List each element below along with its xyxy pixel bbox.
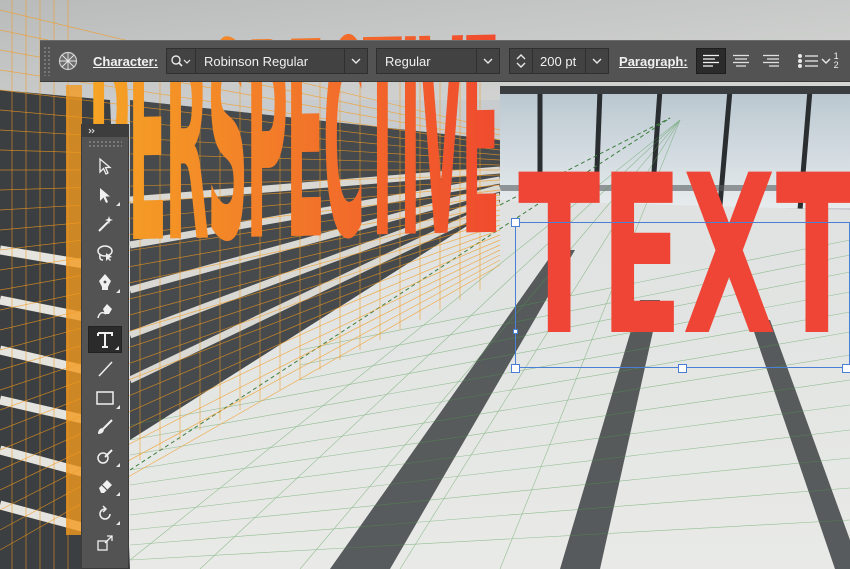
bullet-list-icon [797,54,818,68]
rectangle-icon [96,390,114,405]
paragraph-label[interactable]: Paragraph: [619,54,688,69]
tools-panel-header[interactable] [82,125,128,137]
line-segment-tool[interactable] [88,355,122,382]
search-icon[interactable] [167,49,197,73]
lasso-tool[interactable] [88,239,122,266]
chevron-up-icon[interactable] [516,54,526,60]
scale-tool[interactable] [88,529,122,556]
rotate-icon [99,504,111,520]
numbered-list-icon: 1 2 [833,51,839,70]
font-style-dropdown[interactable]: Regular [376,48,501,74]
collapse-panel-icon[interactable] [88,128,96,134]
font-size-stepper[interactable] [510,49,534,73]
bullet-list-button[interactable] [794,48,834,74]
control-bar-grip[interactable] [43,46,51,76]
bbox-handle-top-left[interactable] [511,218,520,227]
eraser-tool[interactable] [88,471,122,498]
line-icon [98,360,113,377]
chevron-down-icon[interactable] [476,49,499,73]
magic-wand-icon [98,215,113,232]
align-left-icon [702,54,719,67]
bbox-handle-bottom-middle[interactable] [678,364,687,373]
numbered-list-button[interactable]: 1 2 [834,48,850,74]
font-size-value: 200 pt [540,53,577,69]
type-tool[interactable] [88,326,122,353]
magic-wand-tool[interactable] [88,210,122,237]
bbox-handle-bottom-left[interactable] [511,364,520,373]
paintbrush-icon [98,418,113,434]
rectangle-tool[interactable] [88,384,122,411]
selection-tool[interactable] [88,152,122,179]
rotate-tool[interactable] [88,500,122,527]
font-size-field[interactable]: 200 pt [509,48,610,74]
recolor-globe-icon[interactable] [57,50,79,72]
shaper-tool[interactable] [88,442,122,469]
bbox-handle-middle-left[interactable] [513,329,518,334]
selection-bounding-box[interactable] [515,222,850,368]
pen-icon [99,273,111,290]
type-icon [97,331,113,348]
lasso-icon [97,244,113,261]
character-label[interactable]: Character: [93,54,158,69]
bbox-handle-bottom-right[interactable] [842,364,850,373]
align-center-icon [732,54,749,67]
curvature-pen-icon [97,303,112,318]
character-control-bar: Character: Robinson Regular Regular 200 … [40,40,850,82]
chevron-down-icon[interactable] [821,58,831,64]
eraser-icon [99,479,112,493]
chevron-down-icon[interactable] [344,49,367,73]
align-left-button[interactable] [695,48,726,74]
align-right-icon [762,54,779,67]
direct-selection-tool[interactable] [88,181,122,208]
curvature-tool[interactable] [88,297,122,324]
chevron-down-icon[interactable] [516,62,526,68]
tools-panel-grip[interactable] [88,140,122,148]
arrow-outline-icon [99,157,112,175]
font-style-value: Regular [385,53,431,69]
tools-panel [81,124,129,569]
font-family-value: Robinson Regular [204,53,309,69]
scale-icon [97,534,113,551]
arrow-filled-icon [100,187,110,203]
align-right-button[interactable] [756,48,786,74]
chevron-down-icon[interactable] [585,49,608,73]
pen-tool[interactable] [88,268,122,295]
paintbrush-tool[interactable] [88,413,122,440]
font-family-dropdown[interactable]: Robinson Regular [166,48,369,74]
align-center-button[interactable] [726,48,756,74]
shaper-icon [97,448,113,464]
